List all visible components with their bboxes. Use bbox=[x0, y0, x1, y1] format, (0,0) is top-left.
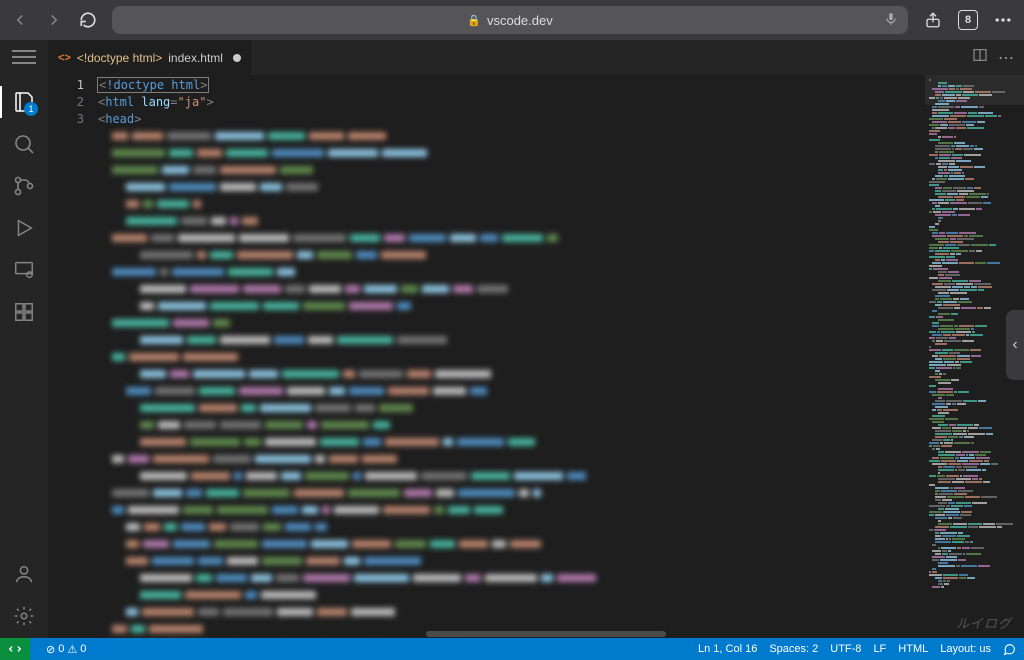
line-number: 3 bbox=[48, 111, 98, 128]
browser-toolbar: 🔒 vscode.dev 8 bbox=[0, 0, 1024, 40]
forward-button[interactable] bbox=[44, 10, 64, 30]
tab-bar: <> <!doctype html> index.html ⋯ bbox=[48, 40, 1024, 75]
unsaved-dot-icon bbox=[233, 54, 241, 62]
search-icon[interactable] bbox=[12, 132, 36, 156]
keyboard-layout[interactable]: Layout: us bbox=[940, 643, 991, 655]
address-bar[interactable]: 🔒 vscode.dev bbox=[112, 6, 908, 34]
tab-index-html[interactable]: <> <!doctype html> index.html bbox=[48, 40, 252, 75]
browser-actions: 8 bbox=[922, 9, 1014, 31]
remote-indicator[interactable] bbox=[0, 638, 30, 660]
explorer-badge: 1 bbox=[24, 102, 38, 116]
explorer-icon[interactable]: 1 bbox=[12, 90, 36, 114]
share-icon[interactable] bbox=[922, 9, 944, 31]
extensions-icon[interactable] bbox=[12, 300, 36, 324]
settings-gear-icon[interactable] bbox=[12, 604, 36, 628]
blurred-code bbox=[98, 128, 924, 638]
tabs-button[interactable]: 8 bbox=[958, 10, 978, 30]
back-button[interactable] bbox=[10, 10, 30, 30]
url-host: vscode.dev bbox=[487, 13, 553, 28]
code-content[interactable]: <!doctype html> <html lang="ja"> <head> bbox=[98, 75, 924, 638]
tab-doctype-label: <!doctype html> bbox=[77, 51, 162, 65]
source-control-icon[interactable] bbox=[12, 174, 36, 198]
code-line-2: <html lang="ja"> bbox=[98, 94, 924, 111]
cursor-position[interactable]: Ln 1, Col 16 bbox=[698, 643, 757, 655]
more-actions-icon[interactable]: ⋯ bbox=[998, 48, 1014, 68]
encoding[interactable]: UTF-8 bbox=[830, 643, 861, 655]
problems-indicator[interactable]: ⊘0 ⚠0 bbox=[46, 643, 86, 656]
status-bar: ⊘0 ⚠0 Ln 1, Col 16 Spaces: 2 UTF-8 LF HT… bbox=[0, 638, 1024, 660]
horizontal-scrollbar[interactable] bbox=[96, 630, 924, 638]
file-html-icon: <> bbox=[58, 52, 71, 64]
code-line-3: <head> bbox=[98, 111, 924, 128]
vscode-app: 1 <> <!doctype html> index.html ⋯ bbox=[0, 40, 1024, 638]
more-icon[interactable] bbox=[992, 9, 1014, 31]
indentation[interactable]: Spaces: 2 bbox=[769, 643, 818, 655]
account-icon[interactable] bbox=[12, 562, 36, 586]
lock-icon: 🔒 bbox=[467, 14, 481, 27]
activity-bar: 1 bbox=[0, 40, 48, 638]
reload-button[interactable] bbox=[78, 10, 98, 30]
editor-body[interactable]: 1 2 3 <!doctype html> <html lang="ja"> <… bbox=[48, 75, 1024, 638]
mic-icon[interactable] bbox=[884, 12, 898, 29]
remote-explorer-icon[interactable] bbox=[12, 258, 36, 282]
side-pull-handle[interactable]: ‹ bbox=[1006, 310, 1024, 380]
scrollbar-thumb[interactable] bbox=[426, 631, 666, 637]
gutter: 1 2 3 bbox=[48, 75, 98, 638]
eol[interactable]: LF bbox=[873, 643, 886, 655]
tab-actions: ⋯ bbox=[962, 40, 1024, 75]
feedback-icon[interactable] bbox=[1003, 643, 1016, 656]
run-debug-icon[interactable] bbox=[12, 216, 36, 240]
language-mode[interactable]: HTML bbox=[898, 643, 928, 655]
line-number: 1 bbox=[48, 77, 98, 94]
code-line-1: <!doctype html> bbox=[98, 77, 924, 94]
editor-area: <> <!doctype html> index.html ⋯ 1 2 3 <!… bbox=[48, 40, 1024, 638]
warning-icon: ⚠ bbox=[67, 643, 77, 656]
menu-button[interactable] bbox=[12, 48, 36, 66]
line-number: 2 bbox=[48, 94, 98, 111]
error-icon: ⊘ bbox=[46, 643, 55, 656]
tab-filename: index.html bbox=[168, 51, 223, 65]
split-editor-icon[interactable] bbox=[972, 47, 988, 68]
